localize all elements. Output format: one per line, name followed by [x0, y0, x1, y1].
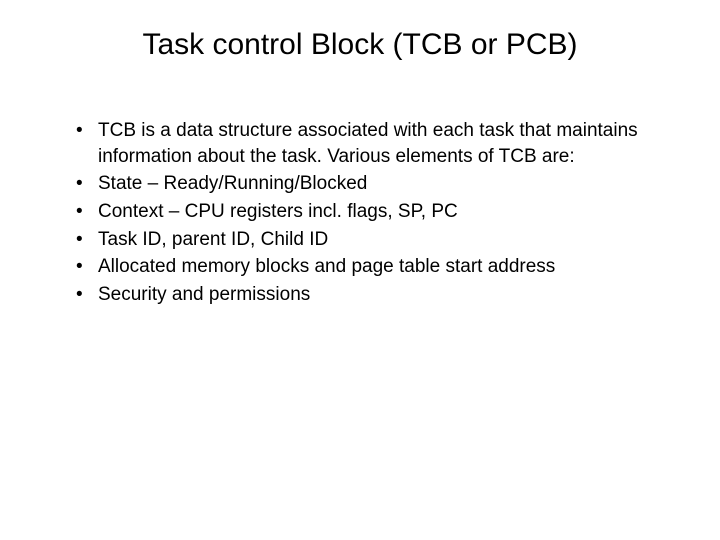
list-item: Security and permissions — [76, 282, 672, 308]
list-item: State – Ready/Running/Blocked — [76, 171, 672, 197]
list-item: Context – CPU registers incl. flags, SP,… — [76, 199, 672, 225]
list-item: Allocated memory blocks and page table s… — [76, 254, 672, 280]
list-item: Task ID, parent ID, Child ID — [76, 227, 672, 253]
list-item: TCB is a data structure associated with … — [76, 118, 672, 169]
slide-title: Task control Block (TCB or PCB) — [48, 28, 672, 62]
bullet-list: TCB is a data structure associated with … — [48, 118, 672, 307]
